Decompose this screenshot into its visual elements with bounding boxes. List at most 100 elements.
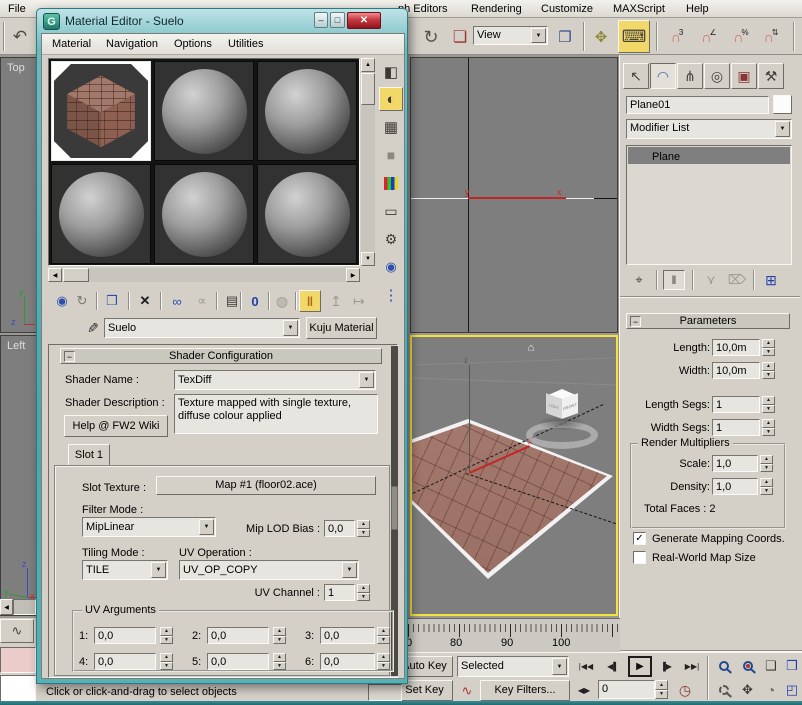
make-preview-button[interactable]: ▭ — [379, 199, 403, 223]
arc-rotate-button[interactable]: ◔ — [760, 679, 782, 701]
spin-down-icon[interactable]: ▼ — [762, 405, 775, 414]
zoom-extents-button[interactable]: ❑ — [760, 655, 782, 677]
density-spinner[interactable]: ▲▼ — [760, 478, 773, 495]
width-segs-spinner[interactable]: ▲▼ — [762, 419, 775, 436]
zoom-extents-all-button[interactable]: ❒ — [782, 655, 802, 677]
pick-material-eyedropper[interactable]: ✎ — [84, 318, 102, 338]
default-tangents-button[interactable]: ∿ — [457, 680, 477, 701]
length-segs-field[interactable]: 1 — [712, 396, 760, 413]
sample-type-button[interactable]: ◧ — [379, 60, 403, 84]
rollout-scrollbar-handle[interactable] — [391, 486, 398, 530]
percent-snap-button[interactable]: ∩% — [726, 22, 756, 52]
minimize-button[interactable]: – — [314, 12, 328, 28]
sample-slot[interactable] — [51, 164, 151, 264]
chevron-down-icon[interactable]: ▼ — [359, 372, 374, 388]
uv-arg-field[interactable]: 0,0 — [207, 653, 269, 670]
zoom-all-button[interactable] — [736, 655, 759, 677]
spin-up-icon[interactable]: ▲ — [760, 478, 773, 487]
spin-down-icon[interactable]: ▼ — [377, 636, 390, 645]
configure-modifier-sets-button[interactable]: ⊞ — [760, 270, 782, 290]
go-to-parent-button[interactable]: ↥ — [325, 290, 347, 312]
material-editor-options-button[interactable]: ⚙ — [379, 227, 403, 251]
scroll-up-button[interactable]: ▲ — [361, 58, 375, 72]
scroll-thumb[interactable] — [361, 73, 375, 105]
material-type-button[interactable]: Kuju Material — [306, 317, 377, 339]
tab-create[interactable]: ↖ — [623, 63, 649, 89]
make-unique-button[interactable]: ∝ — [191, 290, 213, 312]
viewport-perspective[interactable]: z x ⌂ LEFT FRONT — [410, 335, 618, 616]
scroll-left-button[interactable]: ◀ — [48, 268, 62, 282]
selection-set-dropdown[interactable]: Selected▼ — [457, 656, 569, 677]
material-map-navigator-button[interactable]: ⋮ — [379, 283, 403, 307]
select-by-material-button[interactable]: ◉ — [379, 255, 403, 279]
put-material-to-scene-button[interactable]: ↻ — [71, 290, 93, 312]
uv-arg-spinner[interactable]: ▲▼ — [377, 653, 390, 670]
menu-help[interactable]: Help — [680, 0, 715, 18]
parameters-rollout-header[interactable]: Parameters− — [626, 313, 790, 329]
spin-up-icon[interactable]: ▲ — [357, 584, 370, 593]
viewport-left[interactable]: Left z y x — [0, 335, 37, 616]
go-to-end-button[interactable]: ▶▶| — [680, 656, 704, 677]
width-segs-field[interactable]: 1 — [712, 419, 760, 436]
spin-up-icon[interactable]: ▲ — [357, 520, 370, 529]
tab-modify[interactable]: ◠ — [650, 63, 676, 89]
chevron-down-icon[interactable]: ▼ — [775, 121, 790, 137]
trackbar-scroll-track[interactable] — [13, 599, 36, 615]
menu-maxscript[interactable]: MAXScript — [607, 0, 671, 18]
me-menu-utilities[interactable]: Utilities — [222, 35, 269, 53]
me-menu-material[interactable]: Material — [46, 35, 97, 53]
macro-recorder-pane[interactable] — [0, 647, 36, 673]
material-name-dropdown[interactable]: Suelo▼ — [104, 318, 300, 338]
go-to-start-button[interactable]: |◀◀ — [574, 656, 598, 677]
spin-down-icon[interactable]: ▼ — [762, 428, 775, 437]
show-end-result-button[interactable]: ‖ — [299, 290, 321, 312]
spin-up-icon[interactable]: ▲ — [377, 653, 390, 662]
key-filters-button[interactable]: Key Filters... — [480, 680, 570, 701]
maximize-viewport-toggle[interactable]: ◰ — [782, 679, 802, 701]
modifier-stack-selected-row[interactable]: Plane — [628, 147, 790, 164]
snaps-toggle-button[interactable]: ∩3 — [662, 22, 692, 52]
reset-map-button[interactable]: ✕ — [134, 290, 156, 312]
uv-arg-spinner[interactable]: ▲▼ — [160, 653, 173, 670]
spin-up-icon[interactable]: ▲ — [762, 419, 775, 428]
sample-uv-tiling-button[interactable]: ■ — [379, 143, 403, 167]
select-manipulate-button[interactable]: ✥ — [589, 24, 613, 50]
spin-down-icon[interactable]: ▼ — [655, 690, 668, 700]
sample-slot[interactable] — [257, 61, 357, 161]
object-color-swatch[interactable] — [773, 95, 792, 114]
spin-down-icon[interactable]: ▼ — [357, 593, 370, 602]
spin-up-icon[interactable]: ▲ — [655, 680, 668, 690]
uv-operation-dropdown[interactable]: UV_OP_COPY▼ — [179, 560, 359, 580]
zoom-region-button[interactable] — [712, 679, 735, 701]
width-field[interactable]: 10,0m — [712, 362, 760, 379]
background-button[interactable]: ▦ — [379, 115, 403, 139]
play-button[interactable]: ▶ — [628, 656, 652, 677]
reference-coordinate-system-dropdown[interactable]: View▼ — [473, 26, 548, 45]
tiling-mode-dropdown[interactable]: TILE▼ — [82, 560, 168, 580]
track-bar[interactable]: 0 80 90 100 — [406, 618, 620, 652]
tab-display[interactable]: ▣ — [731, 63, 757, 89]
uv-arg-field[interactable]: 0,0 — [320, 627, 375, 644]
get-material-button[interactable]: ◉ — [51, 290, 73, 312]
spin-up-icon[interactable]: ▲ — [160, 653, 173, 662]
slot-texture-button[interactable]: Map #1 (floor02.ace) — [156, 476, 376, 495]
key-mode-toggle-button[interactable]: ◀▶ — [574, 680, 594, 701]
viewport-top[interactable]: Top y z — [0, 57, 37, 333]
shader-configuration-header[interactable]: Shader Configuration− — [60, 348, 382, 364]
time-configuration-button[interactable]: ◷ — [674, 680, 696, 701]
spin-up-icon[interactable]: ▲ — [760, 455, 773, 464]
menu-file[interactable]: File — [2, 0, 32, 18]
slot-1-tab[interactable]: Slot 1 — [68, 444, 110, 466]
tab-motion[interactable]: ◎ — [704, 63, 730, 89]
scale-field[interactable]: 1,0 — [712, 455, 758, 472]
uv-arg-spinner[interactable]: ▲▼ — [273, 653, 286, 670]
pin-stack-button[interactable]: ⌖ — [628, 270, 650, 290]
me-menu-options[interactable]: Options — [168, 35, 218, 53]
mip-lod-spinner[interactable]: ▲▼ — [357, 520, 370, 537]
scroll-thumb[interactable] — [63, 268, 89, 282]
sample-slot-active[interactable] — [51, 61, 151, 161]
spin-up-icon[interactable]: ▲ — [762, 362, 775, 371]
me-menu-navigation[interactable]: Navigation — [100, 35, 164, 53]
density-field[interactable]: 1,0 — [712, 478, 758, 495]
spin-down-icon[interactable]: ▼ — [273, 662, 286, 671]
